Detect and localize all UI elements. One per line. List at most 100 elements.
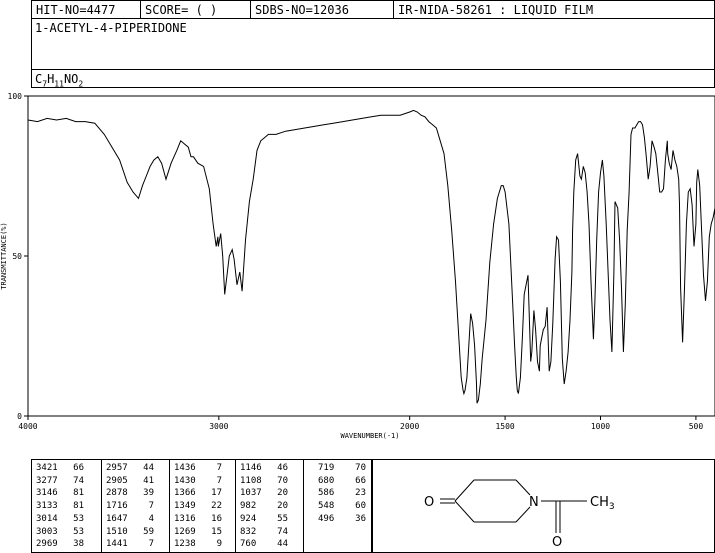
peak-row: 3133 81 (36, 500, 84, 513)
peak-transmittance: 60 (355, 501, 366, 512)
peak-transmittance: 7 (148, 501, 154, 512)
oxygen-ketone: O (424, 495, 434, 510)
peak-transmittance: 20 (277, 501, 288, 512)
peak-col-divider (235, 460, 236, 552)
peak-row: 924 55 (240, 513, 288, 526)
peak-wavenumber: 3277 (36, 475, 58, 486)
peak-wavenumber: 719 (318, 463, 335, 473)
peak-wavenumber: 1238 (174, 539, 196, 550)
peak-column: 1436 7 1430 7 1366 17 1349 22 1316 16 1269 15 1238 9 (174, 462, 222, 551)
peak-wavenumber: 1037 (240, 488, 262, 499)
peak-wavenumber: 548 (318, 501, 335, 512)
peak-row: 1647 4 (106, 513, 154, 526)
peak-transmittance: 66 (73, 463, 84, 473)
y-axis: 0 50 100 (8, 92, 28, 421)
ir-spectrum-chart: 0 50 100 4000 3000 2000 1500 1000 500 WAVENUMBE… (0, 92, 715, 440)
peak-row: 1366 17 (174, 487, 222, 500)
peak-row: 680 66 (318, 475, 366, 488)
peak-column: 719 70 680 66 586 23 548 60 496 36 (318, 462, 366, 526)
peak-row: 3421 66 (36, 462, 84, 475)
peak-wavenumber: 924 (240, 513, 257, 524)
peak-wavenumber: 1716 (106, 501, 128, 512)
peak-transmittance: 7 (148, 539, 154, 550)
peak-wavenumber: 1108 (240, 475, 262, 486)
peak-wavenumber: 1316 (174, 513, 196, 524)
peak-wavenumber: 3421 (36, 463, 58, 473)
peak-wavenumber: 3003 (36, 526, 58, 537)
nitrogen-ring: N (529, 495, 539, 510)
peak-transmittance: 74 (277, 526, 288, 537)
peak-transmittance: 81 (73, 488, 84, 499)
peak-row: 760 44 (240, 538, 288, 551)
peak-transmittance: 70 (355, 463, 366, 473)
peak-wavenumber: 1441 (106, 539, 128, 550)
peak-wavenumber: 586 (318, 488, 335, 499)
peak-transmittance: 41 (143, 475, 154, 486)
peak-wavenumber: 3133 (36, 501, 58, 512)
peak-transmittance: 44 (143, 463, 154, 473)
peak-row: 3146 81 (36, 487, 84, 500)
y-tick-label: 0 (17, 412, 22, 421)
x-tick-label: 4000 (18, 422, 37, 431)
peak-wavenumber: 2969 (36, 539, 58, 550)
x-tick-label: 1000 (591, 422, 610, 431)
peak-transmittance: 44 (277, 539, 288, 550)
x-axis: 4000 3000 2000 1500 1000 500 (18, 416, 703, 431)
peak-row: 1349 22 (174, 500, 222, 513)
oxygen-carbonyl: O (552, 535, 562, 550)
peak-col-divider (169, 460, 170, 552)
peak-wavenumber: 760 (240, 539, 257, 550)
peak-row: 496 36 (318, 513, 366, 526)
peak-transmittance: 38 (73, 539, 84, 550)
peak-wavenumber: 496 (318, 513, 335, 524)
peak-row: 1430 7 (174, 475, 222, 488)
peak-wavenumber: 1510 (106, 526, 128, 537)
peak-wavenumber: 2878 (106, 488, 128, 499)
peak-transmittance: 66 (355, 475, 366, 486)
peak-wavenumber: 832 (240, 526, 257, 537)
y-tick-label: 50 (12, 252, 22, 261)
peak-transmittance: 7 (216, 475, 222, 486)
y-tick-label: 100 (8, 92, 23, 101)
peak-wavenumber: 1366 (174, 488, 196, 499)
peak-row: 2878 39 (106, 487, 154, 500)
peak-row: 2905 41 (106, 475, 154, 488)
x-tick-label: 1500 (495, 422, 514, 431)
peak-transmittance: 81 (73, 501, 84, 512)
peak-wavenumber: 3146 (36, 488, 58, 499)
peak-row: 2969 38 (36, 538, 84, 551)
peak-wavenumber: 982 (240, 501, 257, 512)
peak-row: 1108 70 (240, 475, 288, 488)
peak-row: 1146 46 (240, 462, 288, 475)
peak-col-divider (303, 460, 304, 552)
peak-row: 1716 7 (106, 500, 154, 513)
peak-row: 1037 20 (240, 487, 288, 500)
peak-wavenumber: 680 (318, 475, 335, 486)
peak-column: 1146 46 1108 70 1037 20 982 20 924 55 832 74 760 44 (240, 462, 288, 551)
peak-row: 2957 44 (106, 462, 154, 475)
peak-wavenumber: 1349 (174, 501, 196, 512)
chemical-structure: O N CH3 O (424, 479, 615, 550)
peak-transmittance: 55 (277, 513, 288, 524)
peak-transmittance: 46 (277, 463, 288, 473)
peak-transmittance: 36 (355, 513, 366, 524)
peak-transmittance: 15 (211, 526, 222, 537)
peak-row: 3003 53 (36, 526, 84, 539)
peak-wavenumber: 3014 (36, 513, 58, 524)
peak-row: 1441 7 (106, 538, 154, 551)
peak-col-divider (101, 460, 102, 552)
peak-column: 3421 66 3277 74 3146 81 3133 81 3014 53 3003 53 2969… (36, 462, 84, 551)
peak-row: 1510 59 (106, 526, 154, 539)
peak-row: 548 60 (318, 500, 366, 513)
peak-row: 1269 15 (174, 526, 222, 539)
peak-transmittance: 4 (148, 513, 154, 524)
peak-transmittance: 70 (277, 475, 288, 486)
peak-transmittance: 53 (73, 513, 84, 524)
peak-row: 1436 7 (174, 462, 222, 475)
peak-wavenumber: 1269 (174, 526, 196, 537)
peak-row: 832 74 (240, 526, 288, 539)
x-tick-label: 2000 (400, 422, 419, 431)
peak-transmittance: 20 (277, 488, 288, 499)
peak-row: 3277 74 (36, 475, 84, 488)
peak-transmittance: 53 (73, 526, 84, 537)
